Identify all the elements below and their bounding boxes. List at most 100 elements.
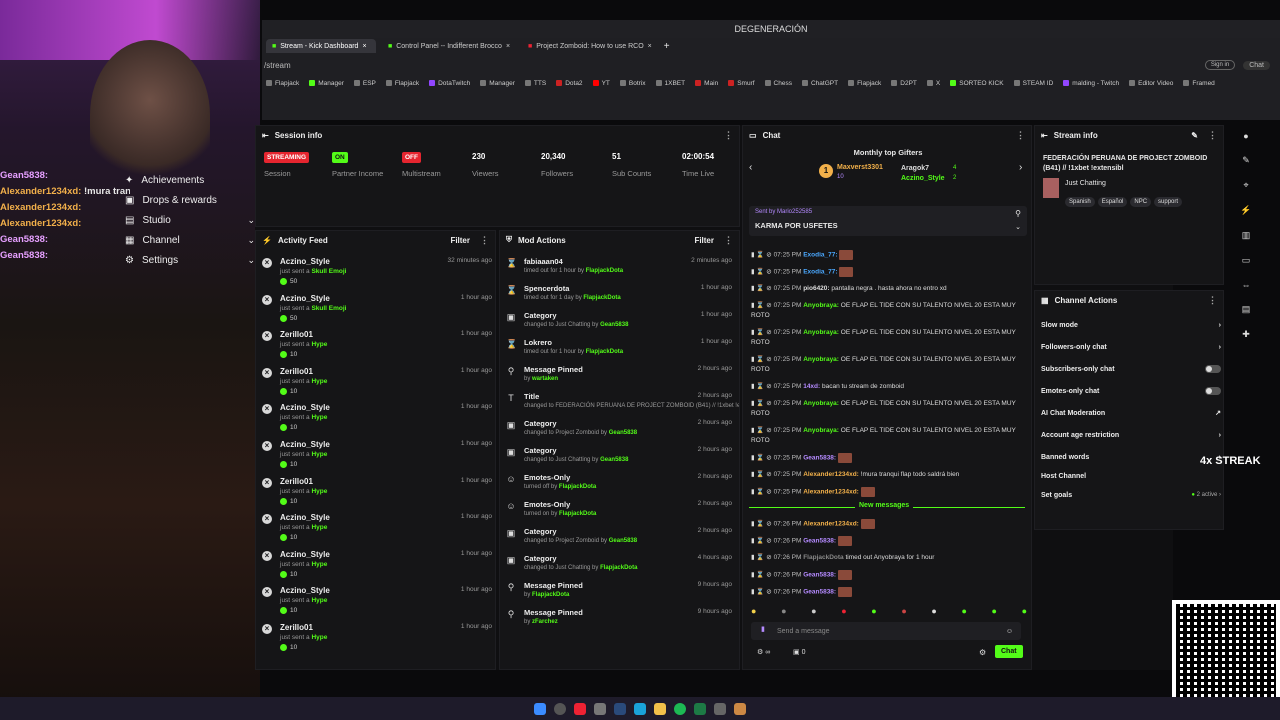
bookmark[interactable]: ChatGPT xyxy=(801,80,838,87)
close-icon[interactable]: × xyxy=(262,441,272,451)
emote[interactable]: ● xyxy=(961,606,966,618)
ban-icon[interactable]: ⊘ xyxy=(766,538,771,545)
bookmark[interactable]: D2PT xyxy=(891,80,917,87)
filter-button[interactable]: Filter xyxy=(450,236,470,245)
activity-item[interactable]: × Zerillo01 just sent a Hype 10 1 hour ago xyxy=(262,477,492,513)
activity-item[interactable]: × Aczino_Style just sent a Hype 10 1 hour ag… xyxy=(262,440,492,476)
trash-icon[interactable]: ▮ xyxy=(751,383,755,390)
activity-item[interactable]: × Aczino_Style just sent a Skull Emoji 50 1 … xyxy=(262,294,492,330)
chat-message[interactable]: ▮ ⌛ ⊘ 07:25 PM Exodia_77: xyxy=(751,267,1021,278)
settings-shortcuts[interactable]: ⚙ ∞ xyxy=(757,648,770,656)
chat-username[interactable]: Alexander1234xd: xyxy=(803,489,859,496)
chat-username[interactable]: Anyobraya: xyxy=(803,302,839,309)
chat-username[interactable]: Gean5838: xyxy=(803,538,836,545)
action-slow-mode[interactable]: Slow mode › xyxy=(1041,318,1221,332)
chat-username[interactable]: Anyobraya: xyxy=(803,329,839,336)
more-icon[interactable]: ⋮ xyxy=(724,235,733,246)
chat-username[interactable]: Alexander1234xd: xyxy=(803,471,859,478)
chevron-left-icon[interactable]: ‹ xyxy=(749,162,752,173)
emote[interactable]: ● xyxy=(901,606,906,618)
chat-message[interactable]: ▮ ⌛ ⊘ 07:26 PM Gean5838: xyxy=(751,587,1021,598)
edit-icon[interactable]: ✎ xyxy=(1191,131,1198,140)
trash-icon[interactable]: ▮ xyxy=(751,554,755,561)
timeout-icon[interactable]: ⌛ xyxy=(756,554,764,561)
emote[interactable]: ● xyxy=(931,606,936,618)
pin-icon[interactable]: ⚲ xyxy=(1015,209,1021,218)
trash-icon[interactable]: ▮ xyxy=(751,489,755,496)
activity-item[interactable]: × Aczino_Style just sent a Hype 10 1 hour ag… xyxy=(262,586,492,622)
timeout-icon[interactable]: ⌛ xyxy=(756,471,764,478)
bookmark[interactable]: Flapjack xyxy=(848,80,881,87)
bookmark[interactable]: Editor Video xyxy=(1129,80,1173,87)
edit-icon[interactable]: ✎ xyxy=(1242,155,1250,166)
target-icon[interactable]: ⌖ xyxy=(1243,180,1248,191)
close-icon[interactable]: × xyxy=(262,367,272,378)
wrench-icon[interactable]: ✚ xyxy=(1242,329,1250,340)
emote[interactable]: ● xyxy=(841,606,846,618)
app-icon[interactable] xyxy=(734,702,746,715)
tab-stream-dashboard[interactable]: ■ Stream - Kick Dashboard × xyxy=(266,39,376,53)
bookmark[interactable]: Flapjack xyxy=(385,80,419,87)
ban-icon[interactable]: ⊘ xyxy=(766,489,771,496)
bookmark[interactable]: DotaTwitch xyxy=(429,80,470,87)
bookmark[interactable]: STEAM ID xyxy=(1013,80,1053,87)
emote[interactable]: ● xyxy=(1022,606,1027,618)
ban-icon[interactable]: ⊘ xyxy=(766,252,771,259)
chat-message[interactable]: ▮ ⌛ ⊘ 07:26 PM FlapjackDota timed out An… xyxy=(751,553,1021,563)
ban-icon[interactable]: ⊘ xyxy=(766,572,771,579)
app-icon[interactable] xyxy=(574,702,586,715)
ban-icon[interactable]: ⊘ xyxy=(766,329,771,336)
bookmark[interactable]: Manager xyxy=(480,80,515,87)
chat-message[interactable]: ▮ ⌛ ⊘ 07:26 PM Gean5838: xyxy=(751,536,1021,547)
trash-icon[interactable]: ▮ xyxy=(751,455,755,462)
bookmark[interactable]: Framed xyxy=(1183,80,1215,87)
chat-message[interactable]: ▮ ⌛ ⊘ 07:25 PM Anyobraya: OE FLAP EL TID… xyxy=(751,328,1021,348)
chat-username[interactable]: Exodia_77: xyxy=(803,252,837,259)
close-icon[interactable]: × xyxy=(362,43,366,50)
spotify-icon[interactable] xyxy=(674,702,686,715)
timeout-icon[interactable]: ⌛ xyxy=(756,252,764,259)
chat-username[interactable]: Exodia_77: xyxy=(803,269,837,276)
action-ai-moderation[interactable]: AI Chat Moderation ↗ xyxy=(1041,406,1221,420)
activity-item[interactable]: × Aczino_Style just sent a Skull Emoji 50 32… xyxy=(262,257,492,293)
ban-icon[interactable]: ⊘ xyxy=(766,356,771,363)
close-icon[interactable]: × xyxy=(262,294,272,305)
close-icon[interactable]: × xyxy=(506,43,510,50)
trash-icon[interactable]: ▮ xyxy=(751,427,755,434)
chat-input[interactable]: ▮ Send a message ☺ xyxy=(751,622,1021,640)
new-tab-icon[interactable]: + xyxy=(664,41,670,52)
chat-message[interactable]: ▮ ⌛ ⊘ 07:25 PM Exodia_77: xyxy=(751,250,1021,261)
timeout-icon[interactable]: ⌛ xyxy=(756,489,764,496)
chat-icon[interactable]: ▭ xyxy=(1242,255,1251,266)
action-account-age[interactable]: Account age restriction › xyxy=(1041,428,1221,442)
chat-message[interactable]: ▮ ⌛ ⊘ 07:25 PM Anyobraya: OE FLAP EL TID… xyxy=(751,301,1021,321)
ban-icon[interactable]: ⊘ xyxy=(766,521,771,528)
timeout-icon[interactable]: ⌛ xyxy=(756,572,764,579)
emote[interactable]: ● xyxy=(871,606,876,618)
bookmark[interactable]: ESP xyxy=(353,80,376,87)
close-icon[interactable]: × xyxy=(262,514,272,525)
bookmark[interactable]: 1XBET xyxy=(655,80,685,87)
more-icon[interactable]: ⋮ xyxy=(480,235,489,246)
close-icon[interactable]: × xyxy=(262,587,272,598)
more-icon[interactable]: ⋮ xyxy=(724,130,733,141)
chat-username[interactable]: FlapjackDota xyxy=(803,554,843,561)
sidebar-item-channel[interactable]: ▦ Channel ⌄ xyxy=(125,230,255,250)
emoji-icon[interactable]: ☺ xyxy=(1006,628,1013,635)
steam-icon[interactable] xyxy=(614,702,626,715)
excel-icon[interactable] xyxy=(694,702,706,715)
action-banned-words[interactable]: Banned words › xyxy=(1041,450,1221,464)
ban-icon[interactable]: ⊘ xyxy=(766,302,771,309)
gear-icon[interactable]: ⚙ xyxy=(979,648,986,657)
toggle-switch[interactable] xyxy=(1205,387,1221,395)
emote[interactable]: ● xyxy=(751,606,756,618)
filter-button[interactable]: Filter xyxy=(694,236,714,245)
bookmark[interactable]: malding - Twitch xyxy=(1063,80,1119,87)
timeout-icon[interactable]: ⌛ xyxy=(756,356,764,363)
chat-username[interactable]: pio6420: xyxy=(803,285,829,292)
close-icon[interactable]: × xyxy=(262,331,272,342)
link-icon[interactable]: ⇔ xyxy=(1242,280,1251,290)
info-icon[interactable]: ● xyxy=(1243,131,1248,141)
activity-item[interactable]: × Zerillo01 just sent a Hype 10 1 hour ago xyxy=(262,367,492,403)
trash-icon[interactable]: ▮ xyxy=(751,285,755,292)
